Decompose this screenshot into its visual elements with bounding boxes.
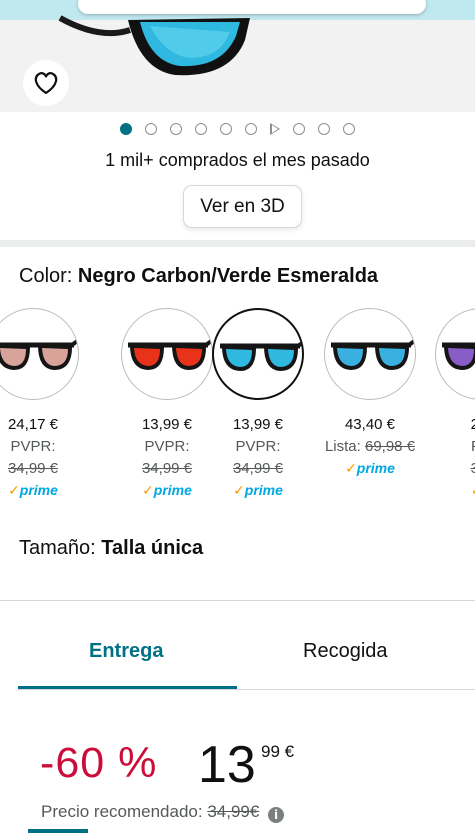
- sunglasses-thumbnail: [331, 338, 415, 370]
- swatch-old-price: 34,: [470, 460, 475, 477]
- swatch-price: 20,: [470, 416, 475, 433]
- swatch-image: [324, 308, 416, 400]
- size-label: Tamaño:: [19, 537, 96, 559]
- prime-badge: ✓prime: [324, 460, 416, 477]
- swatch-price: 13,99 €: [141, 416, 193, 433]
- heart-icon: [34, 72, 58, 95]
- recommended-price: Precio recomendado: 34,99€ i: [41, 802, 285, 823]
- section-divider: [0, 240, 475, 247]
- sunglasses-thumbnail: [442, 342, 475, 370]
- price-whole: 13: [198, 736, 256, 794]
- bought-count-text: 1 mil+ comprados el mes pasado: [105, 150, 370, 170]
- swatch-list-label: PVPR:: [10, 438, 56, 455]
- size-selector-title: Tamaño: Talla única: [19, 537, 203, 560]
- info-icon[interactable]: i: [268, 807, 285, 823]
- swatch-list-label: PV: [435, 438, 475, 455]
- sunglasses-image: [58, 15, 250, 76]
- view-3d-button[interactable]: Ver en 3D: [183, 185, 302, 228]
- color-label: Color:: [19, 265, 73, 287]
- prime-label: prime: [244, 482, 283, 498]
- swatch-image: [212, 308, 304, 400]
- carousel-dot[interactable]: [220, 123, 232, 135]
- carousel-dot[interactable]: [195, 123, 207, 135]
- color-selector-title: Color: Negro Carbon/Verde Esmeralda: [19, 265, 378, 288]
- prime-label: prime: [356, 460, 395, 476]
- prime-badge: ✓prime: [0, 482, 79, 499]
- recommended-price-label: Precio recomendado:: [41, 802, 203, 821]
- prime-check-icon: ✓: [8, 482, 20, 498]
- prime-check-icon: ✓: [142, 482, 154, 498]
- swatch-price: 43,40 €: [344, 416, 396, 433]
- tab-pickup[interactable]: Recogida: [303, 640, 388, 663]
- size-value: Talla única: [101, 537, 204, 559]
- prime-badge: ✓prime: [212, 482, 304, 499]
- product-image[interactable]: [0, 0, 475, 112]
- wishlist-button[interactable]: [23, 60, 69, 106]
- sunglasses-thumbnail: [0, 338, 78, 370]
- swatch-list-price: 69,98 €: [364, 438, 416, 455]
- swatch-old-price: 34,99 €: [232, 460, 284, 477]
- prime-check-icon: ✓: [471, 482, 475, 498]
- prime-check-icon: ✓: [233, 482, 245, 498]
- swatch-list-label-text: Lista:: [324, 438, 361, 455]
- prime-check-icon: ✓: [345, 460, 357, 476]
- color-value: Negro Carbon/Verde Esmeralda: [77, 265, 379, 287]
- swatch-image: [0, 308, 79, 400]
- prime-badge: ✓prime: [121, 482, 213, 499]
- video-indicator-icon[interactable]: [270, 123, 280, 135]
- prime-badge: ✓p: [435, 482, 475, 499]
- color-swatch-list: 24,17 € PVPR: 34,99 € ✓prime 13,99 € PVPR: 34,…: [0, 305, 475, 505]
- swatch-list-label: Lista: 69,98 €: [324, 438, 416, 455]
- scroll-accent: [28, 829, 88, 833]
- sunglasses-thumbnail: [128, 338, 212, 370]
- sunglasses-thumbnail: [220, 340, 302, 371]
- prime-label: prime: [153, 482, 192, 498]
- swatch-list-label: PVPR:: [235, 438, 281, 455]
- discount-percent: -60 %: [40, 739, 158, 787]
- swatch-price: 24,17 €: [7, 416, 59, 433]
- prime-label: prime: [19, 482, 58, 498]
- swatch-old-price: 34,99 €: [7, 460, 59, 477]
- tabs-divider: [18, 689, 475, 690]
- recommended-price-value: 34,99€: [207, 802, 260, 821]
- carousel-indicators[interactable]: [0, 120, 475, 138]
- swatch-old-price: 34,99 €: [141, 460, 193, 477]
- price-fraction: 99 €: [261, 742, 295, 761]
- swatch-image: [435, 308, 475, 400]
- swatch-list-label: PVPR:: [144, 438, 190, 455]
- fulfillment-tabs: Entrega Recogida: [0, 640, 475, 674]
- carousel-dot[interactable]: [170, 123, 182, 135]
- carousel-dot[interactable]: [120, 123, 132, 135]
- swatch-price: 13,99 €: [232, 416, 284, 433]
- divider: [0, 600, 475, 601]
- swatch-image: [121, 308, 213, 400]
- carousel-dot[interactable]: [145, 123, 157, 135]
- carousel-dot[interactable]: [318, 123, 330, 135]
- carousel-dot[interactable]: [245, 123, 257, 135]
- carousel-dot[interactable]: [343, 123, 355, 135]
- tab-delivery[interactable]: Entrega: [89, 640, 163, 663]
- carousel-dot[interactable]: [293, 123, 305, 135]
